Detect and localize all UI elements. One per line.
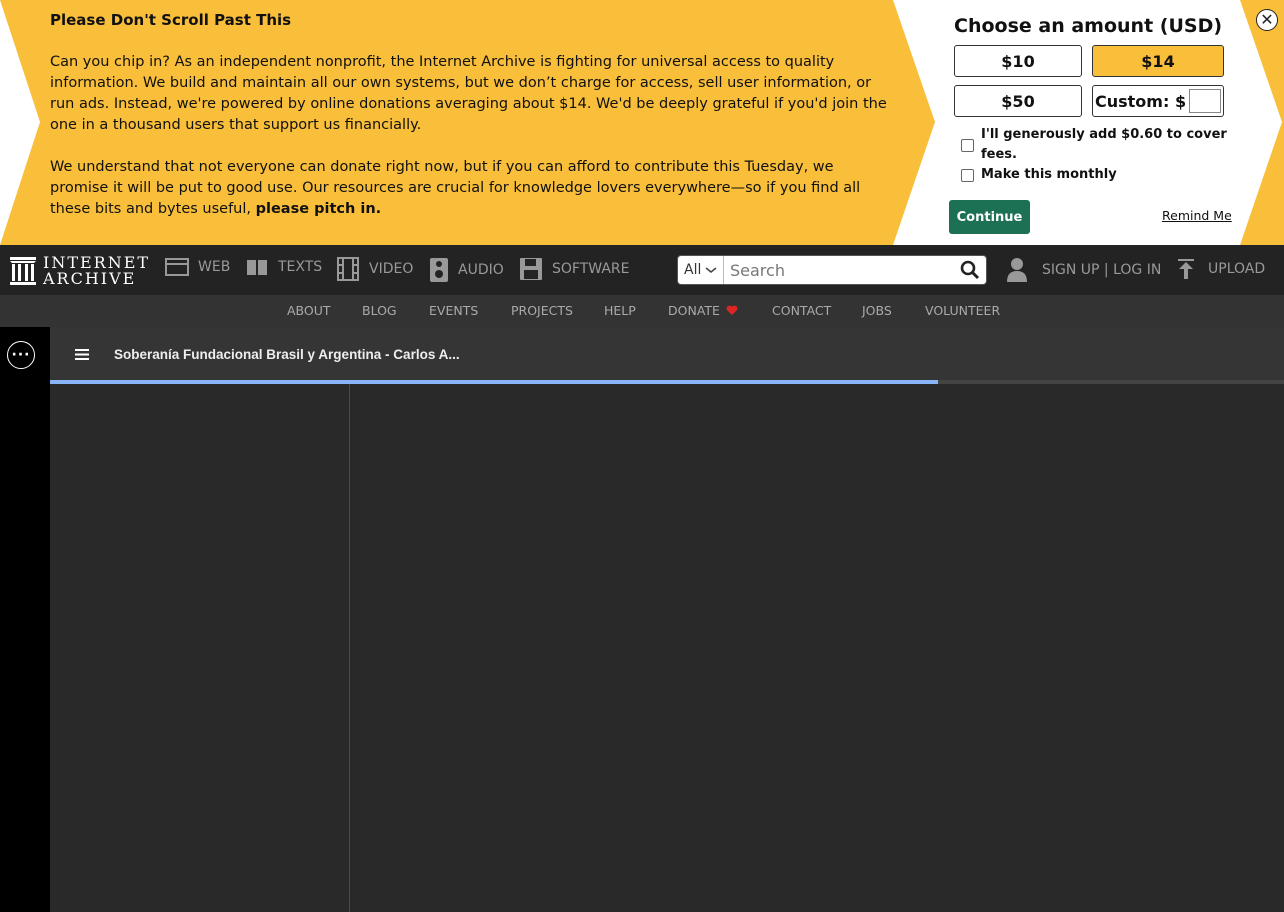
search-input[interactable]: Search xyxy=(730,261,785,280)
remind-me-link[interactable]: Remind Me xyxy=(1162,208,1232,223)
subnav-events[interactable]: EVENTS xyxy=(429,303,478,318)
monthly-checkbox[interactable] xyxy=(961,169,974,182)
custom-amount-label: Custom: $ xyxy=(1095,91,1187,111)
custom-amount-button[interactable]: Custom: $ xyxy=(1092,85,1224,117)
book-title: Soberanía Fundacional Brasil y Argentina… xyxy=(114,347,460,362)
monthly-label: Make this monthly xyxy=(981,167,1117,182)
nav-software[interactable]: SOFTWARE xyxy=(519,257,630,281)
archive-building-icon xyxy=(10,257,36,285)
hamburger-menu-icon[interactable] xyxy=(75,349,89,360)
banner-title: Please Don't Scroll Past This xyxy=(50,11,292,29)
upload-button[interactable]: UPLOAD xyxy=(1176,258,1265,280)
logo-line-2: ARCHIVE xyxy=(43,269,137,288)
nav-web-label: WEB xyxy=(198,259,231,275)
texts-icon xyxy=(247,260,267,276)
close-banner-button[interactable]: ✕ xyxy=(1256,9,1278,31)
nav-audio[interactable]: AUDIO xyxy=(429,257,504,283)
viewer-left-rail: ··· xyxy=(0,327,50,912)
viewer-header: Soberanía Fundacional Brasil y Argentina… xyxy=(50,327,1284,384)
account-area[interactable]: SIGN UP | LOG IN xyxy=(1006,257,1161,283)
nav-video-label: VIDEO xyxy=(369,261,414,277)
subnav-donate[interactable]: DONATE xyxy=(668,303,738,318)
upload-label: UPLOAD xyxy=(1208,261,1266,277)
viewer-body xyxy=(50,384,1284,912)
banner-background-right xyxy=(1240,0,1284,245)
nav-texts-label: TEXTS xyxy=(278,259,323,275)
nav-web[interactable]: WEB xyxy=(165,257,230,277)
top-navigation: INTERNET ARCHIVE WEB TEXTS VIDEO AUDIO S… xyxy=(0,245,1284,295)
cover-fees-checkbox[interactable] xyxy=(961,139,974,152)
banner-paragraph-2-text: We understand that not everyone can dona… xyxy=(50,159,861,217)
software-icon xyxy=(520,258,542,280)
secondary-navigation: ABOUT BLOG EVENTS PROJECTS HELP DONATE C… xyxy=(0,295,1284,327)
nav-video[interactable]: VIDEO xyxy=(336,257,413,281)
amount-10-button[interactable]: $10 xyxy=(954,45,1082,77)
chevron-down-icon xyxy=(705,267,717,273)
upload-icon xyxy=(1178,259,1194,279)
close-icon: ✕ xyxy=(1260,10,1274,29)
subnav-jobs[interactable]: JOBS xyxy=(862,303,892,318)
subnav-blog[interactable]: BLOG xyxy=(362,303,397,318)
subnav-help[interactable]: HELP xyxy=(604,303,636,318)
continue-button[interactable]: Continue xyxy=(949,200,1030,234)
nav-software-label: SOFTWARE xyxy=(552,261,630,277)
nav-texts[interactable]: TEXTS xyxy=(245,257,322,277)
web-icon xyxy=(165,258,189,276)
subnav-about[interactable]: ABOUT xyxy=(287,303,331,318)
donation-banner: Please Don't Scroll Past This Can you ch… xyxy=(0,0,1284,245)
user-icon xyxy=(1007,258,1027,282)
more-icon: ··· xyxy=(11,347,31,363)
subnav-projects[interactable]: PROJECTS xyxy=(511,303,573,318)
audio-icon xyxy=(430,258,448,282)
subnav-volunteer[interactable]: VOLUNTEER xyxy=(925,303,1000,318)
subnav-donate-label: DONATE xyxy=(668,303,720,318)
custom-amount-input[interactable] xyxy=(1189,89,1221,113)
video-icon xyxy=(337,257,359,281)
amount-50-button[interactable]: $50 xyxy=(954,85,1082,117)
viewer-side-panel xyxy=(50,384,350,912)
heart-icon xyxy=(726,305,738,315)
banner-pitch-in: please pitch in. xyxy=(255,201,382,217)
logo-text: INTERNET ARCHIVE xyxy=(43,255,150,287)
search-scope-value: All xyxy=(684,262,702,278)
banner-paragraph-2: We understand that not everyone can dona… xyxy=(50,157,890,220)
internet-archive-logo[interactable]: INTERNET ARCHIVE xyxy=(9,255,150,287)
nav-audio-label: AUDIO xyxy=(458,262,504,278)
banner-paragraph-1: Can you chip in? As an independent nonpr… xyxy=(50,54,887,133)
signup-login-link[interactable]: SIGN UP | LOG IN xyxy=(1042,262,1161,278)
search-icon[interactable] xyxy=(960,260,980,280)
amount-title: Choose an amount (USD) xyxy=(954,15,1223,37)
more-options-button[interactable]: ··· xyxy=(7,341,35,369)
amount-14-button[interactable]: $14 xyxy=(1092,45,1224,77)
subnav-contact[interactable]: CONTACT xyxy=(772,303,831,318)
cover-fees-label: I'll generously add $0.60 to cover fees. xyxy=(981,127,1227,162)
search-bar: All Search xyxy=(677,255,987,285)
search-scope-select[interactable]: All xyxy=(678,256,724,284)
